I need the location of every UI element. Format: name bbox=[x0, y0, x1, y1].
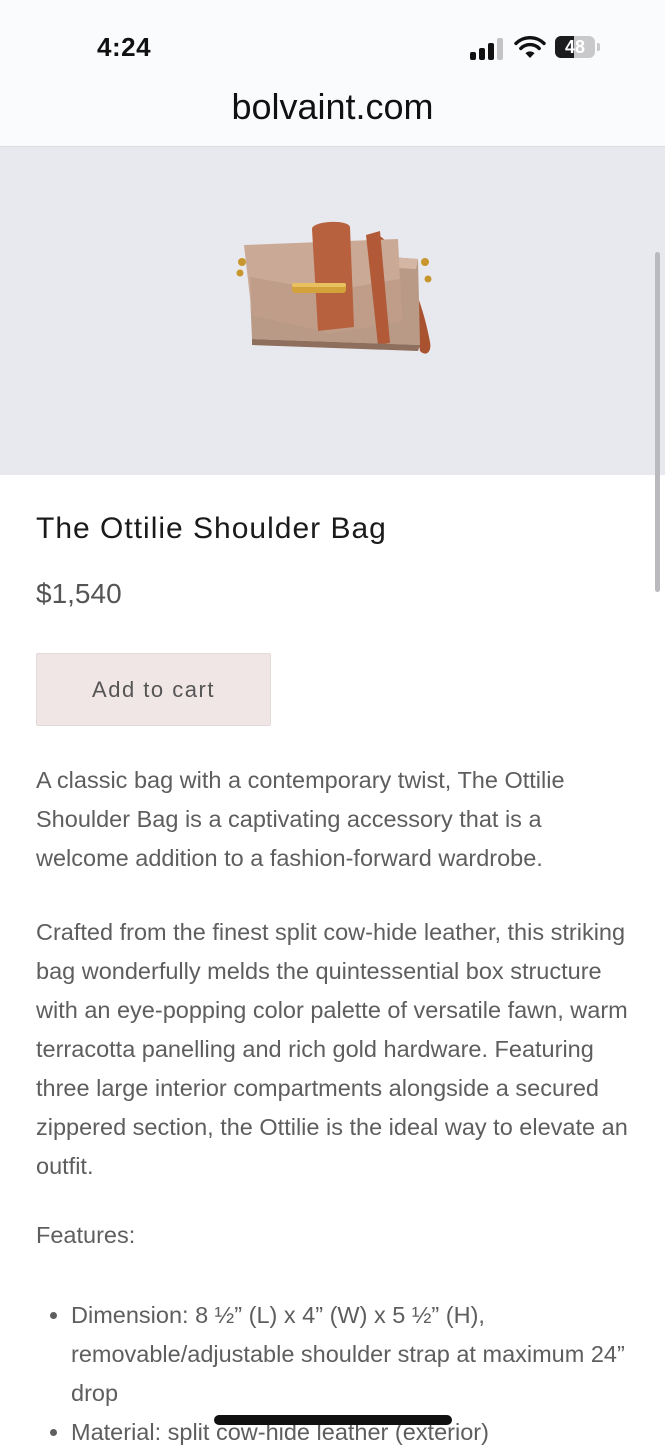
battery-cap bbox=[597, 43, 600, 51]
signal-bar bbox=[479, 48, 485, 60]
product-image[interactable] bbox=[230, 217, 445, 367]
add-to-cart-button[interactable]: Add to cart bbox=[36, 653, 271, 726]
signal-bar bbox=[488, 43, 494, 60]
battery-icon: 48 bbox=[555, 36, 601, 60]
product-title: The Ottilie Shoulder Bag bbox=[36, 512, 387, 545]
feature-item: Dimension: 8 ½” (L) x 4” (W) x 5 ½” (H),… bbox=[71, 1296, 665, 1413]
cellular-signal-icon bbox=[470, 38, 506, 60]
product-price: $1,540 bbox=[36, 578, 122, 609]
features-list: Dimension: 8 ½” (L) x 4” (W) x 5 ½” (H),… bbox=[36, 1296, 665, 1452]
battery-body: 48 bbox=[555, 36, 595, 58]
product-image-area bbox=[0, 147, 665, 475]
battery-level: 48 bbox=[564, 37, 586, 57]
features-heading: Features: bbox=[36, 1222, 136, 1248]
description-paragraph: A classic bag with a contemporary twist,… bbox=[36, 767, 565, 871]
address-bar-url[interactable]: bolvaint.com bbox=[0, 86, 665, 128]
product-description: A classic bag with a contemporary twist,… bbox=[36, 761, 636, 878]
home-indicator[interactable] bbox=[214, 1415, 452, 1425]
status-time: 4:24 bbox=[97, 32, 152, 62]
wifi-icon bbox=[514, 36, 546, 58]
product-description-details: Crafted from the finest split cow-hide l… bbox=[36, 913, 636, 1186]
description-paragraph: Crafted from the finest split cow-hide l… bbox=[36, 919, 628, 1179]
signal-bar bbox=[470, 52, 476, 60]
signal-bar bbox=[497, 38, 503, 60]
page-scrollbar[interactable] bbox=[655, 252, 660, 592]
browser-top-bar: 4:24 48 bolvaint.com bbox=[0, 0, 665, 147]
